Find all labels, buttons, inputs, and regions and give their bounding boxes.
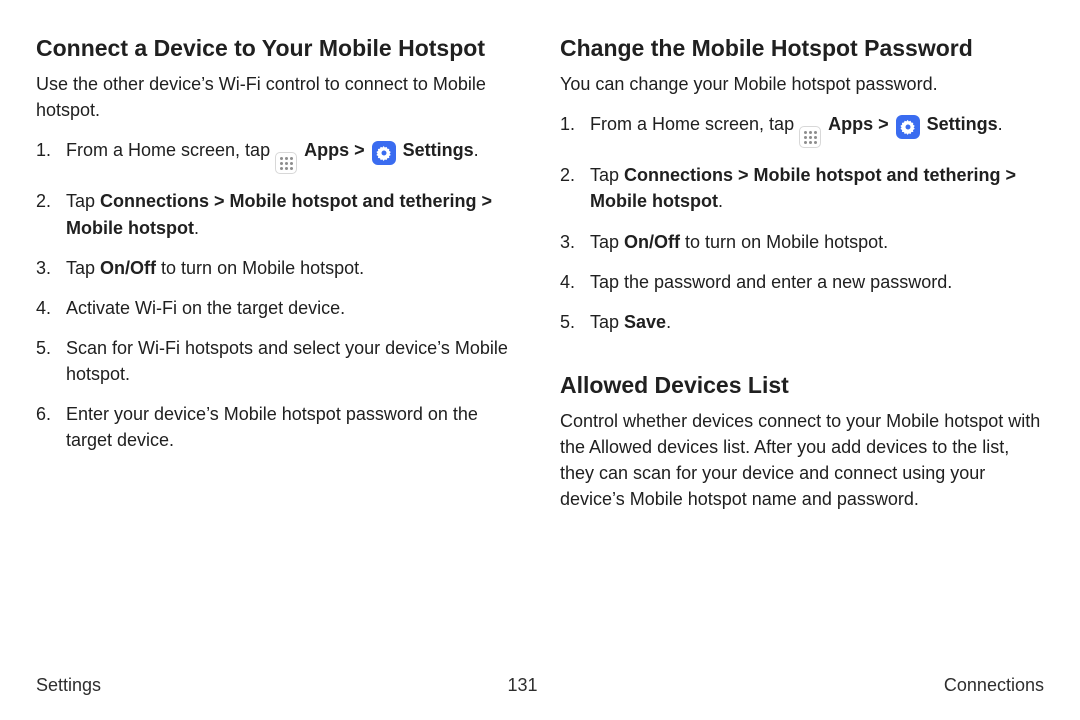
apps-label: Apps <box>828 114 873 134</box>
step-text: . <box>194 218 199 238</box>
apps-icon <box>275 152 297 174</box>
step-bold: Save <box>624 312 666 332</box>
intro-allowed-devices: Control whether devices connect to your … <box>560 408 1044 512</box>
list-item: Tap On/Off to turn on Mobile hotspot. <box>560 229 1044 255</box>
list-item: Scan for Wi-Fi hotspots and select your … <box>36 335 520 387</box>
list-item: Tap Connections > Mobile hotspot and tet… <box>560 162 1044 214</box>
right-column: Change the Mobile Hotspot Password You c… <box>560 34 1044 667</box>
step-text: . <box>666 312 671 332</box>
list-item: From a Home screen, tap Apps > Settings. <box>36 137 520 175</box>
step-bold: On/Off <box>100 258 156 278</box>
step-text: Tap <box>590 165 624 185</box>
heading-change-password: Change the Mobile Hotspot Password <box>560 34 1044 63</box>
list-item: Tap Connections > Mobile hotspot and tet… <box>36 188 520 240</box>
page-footer: Settings 131 Connections <box>36 667 1044 696</box>
apps-label: Apps <box>304 140 349 160</box>
step-text: to turn on Mobile hotspot. <box>680 232 888 252</box>
list-item: Tap the password and enter a new passwor… <box>560 269 1044 295</box>
step-bold: Connections > Mobile hotspot and tetheri… <box>590 165 1016 211</box>
step-text: Tap <box>590 312 624 332</box>
footer-right: Connections <box>944 675 1044 696</box>
step-text: Tap <box>590 232 624 252</box>
footer-left: Settings <box>36 675 101 696</box>
separator: > <box>873 114 894 134</box>
step-text: . <box>718 191 723 211</box>
step-bold: Connections > Mobile hotspot and tetheri… <box>66 191 492 237</box>
settings-icon <box>896 115 920 139</box>
step-text: to turn on Mobile hotspot. <box>156 258 364 278</box>
list-item: Tap On/Off to turn on Mobile hotspot. <box>36 255 520 281</box>
steps-change-password: From a Home screen, tap Apps > Settings.… <box>560 111 1044 335</box>
intro-connect: Use the other device’s Wi-Fi control to … <box>36 71 520 123</box>
step-text: Tap <box>66 258 100 278</box>
intro-change-password: You can change your Mobile hotspot passw… <box>560 71 1044 97</box>
settings-label: Settings <box>927 114 998 134</box>
list-item: Enter your device’s Mobile hotspot passw… <box>36 401 520 453</box>
step-text: . <box>998 114 1003 134</box>
heading-allowed-devices: Allowed Devices List <box>560 371 1044 400</box>
heading-connect-device: Connect a Device to Your Mobile Hotspot <box>36 34 520 63</box>
footer-page-number: 131 <box>507 675 537 696</box>
step-text: From a Home screen, tap <box>590 114 799 134</box>
step-text: Tap <box>66 191 100 211</box>
apps-icon <box>799 126 821 148</box>
step-bold: On/Off <box>624 232 680 252</box>
step-text: From a Home screen, tap <box>66 140 275 160</box>
list-item: Tap Save. <box>560 309 1044 335</box>
list-item: From a Home screen, tap Apps > Settings. <box>560 111 1044 149</box>
steps-connect: From a Home screen, tap Apps > Settings.… <box>36 137 520 453</box>
settings-label: Settings <box>403 140 474 160</box>
step-text: . <box>474 140 479 160</box>
settings-icon <box>372 141 396 165</box>
separator: > <box>349 140 370 160</box>
left-column: Connect a Device to Your Mobile Hotspot … <box>36 34 520 667</box>
list-item: Activate Wi-Fi on the target device. <box>36 295 520 321</box>
